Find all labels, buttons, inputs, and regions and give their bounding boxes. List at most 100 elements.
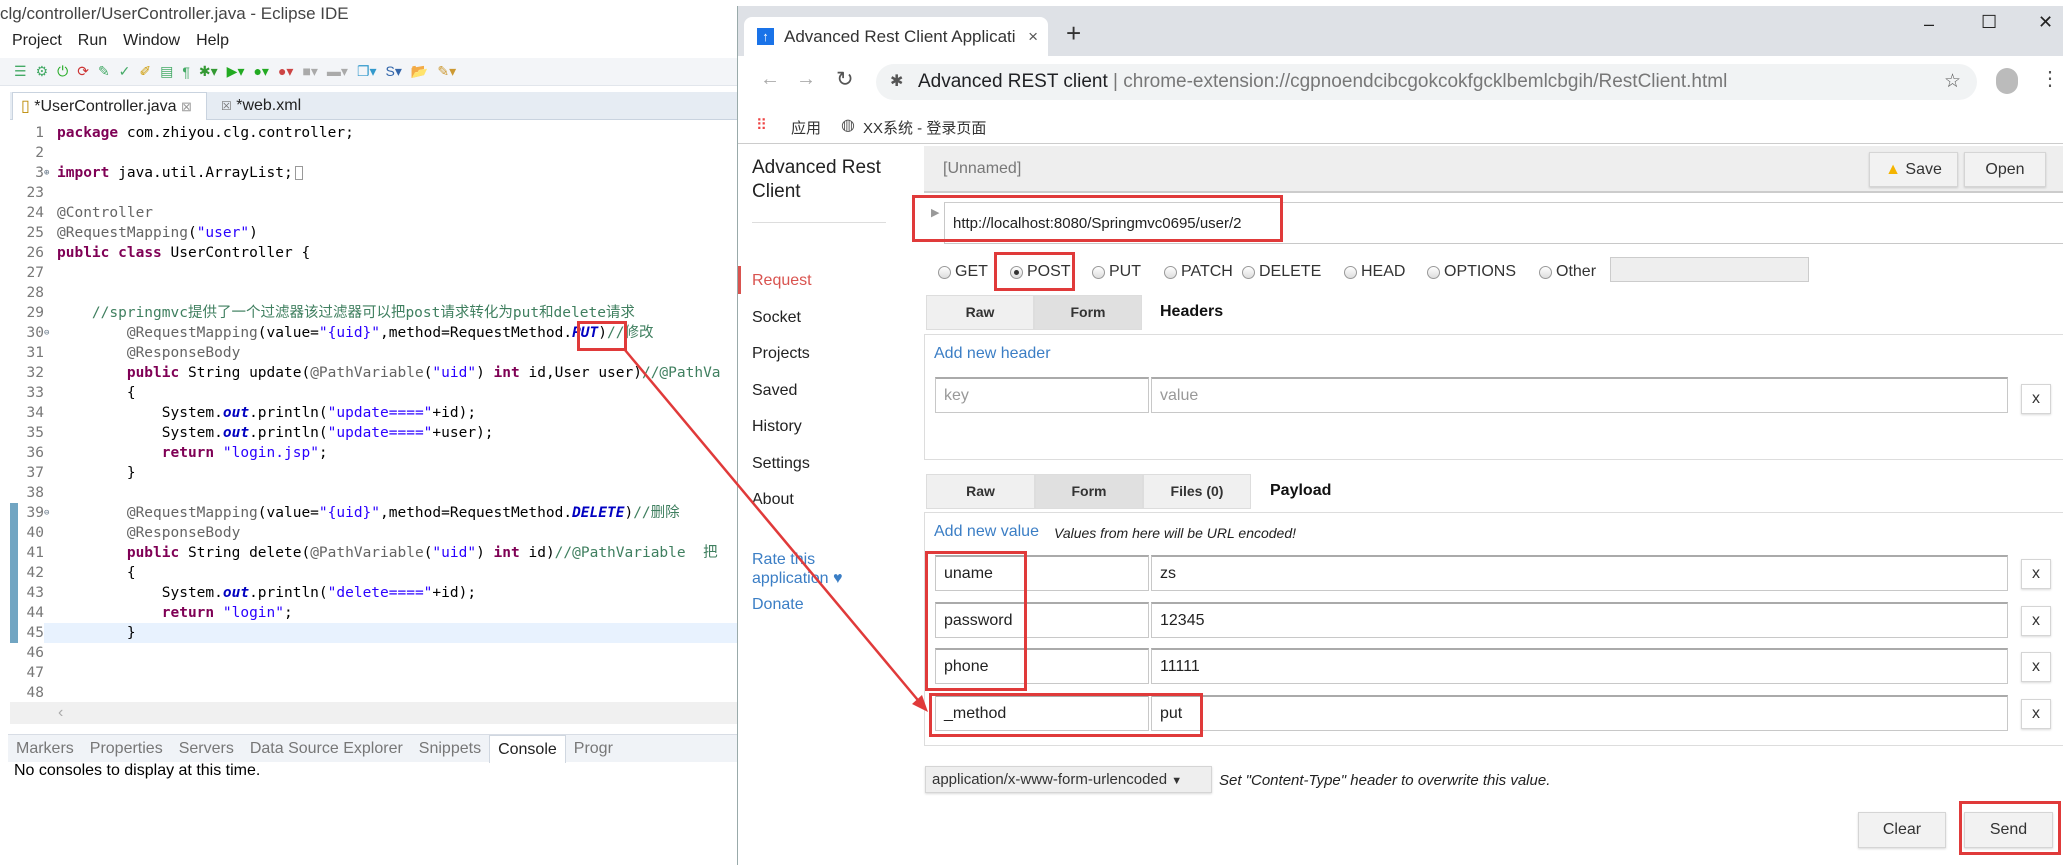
folder-icon[interactable]: 📂	[411, 63, 428, 80]
horizontal-scrollbar[interactable]: ‹	[10, 702, 737, 724]
nav-projects[interactable]: Projects	[752, 345, 810, 363]
forward-icon[interactable]: →	[796, 68, 816, 91]
remove-header-button[interactable]: x	[2021, 384, 2051, 414]
bottom-tab-snippets[interactable]: Snippets	[411, 735, 489, 763]
menu-window[interactable]: Window	[123, 32, 180, 54]
nav-history[interactable]: History	[752, 418, 802, 436]
add-value-link[interactable]: Add new value	[934, 523, 1039, 541]
open-button[interactable]: Open	[1964, 152, 2046, 187]
toolbar-icon[interactable]: ▬▾	[327, 63, 348, 80]
back-icon[interactable]: ←	[760, 68, 780, 91]
remove-value-button[interactable]: x	[2021, 699, 2051, 729]
remove-value-button[interactable]: x	[2021, 652, 2051, 682]
payload-key-input[interactable]: phone	[935, 648, 1149, 684]
method-radio-delete[interactable]: DELETE	[1242, 263, 1321, 281]
close-tab-icon[interactable]: ×	[1028, 17, 1038, 56]
fold-collapse-icon[interactable]: ⊖	[44, 503, 49, 523]
headers-tab-raw[interactable]: Raw	[926, 295, 1034, 330]
rate-link[interactable]: Rate this application ♥	[752, 550, 852, 588]
fold-expand-icon[interactable]: ⊕	[44, 163, 49, 183]
browser-tab[interactable]: ↑ Advanced Rest Client Applicati ×	[744, 17, 1048, 56]
scroll-left-icon[interactable]: ‹	[58, 704, 63, 721]
menu-run[interactable]: Run	[78, 32, 107, 54]
other-method-input[interactable]	[1610, 257, 1809, 282]
add-header-link[interactable]: Add new header	[934, 345, 1051, 363]
radio-icon[interactable]	[1344, 265, 1357, 279]
radio-icon[interactable]	[1010, 265, 1023, 279]
bottom-tab-console[interactable]: Console	[489, 734, 566, 763]
nav-request[interactable]: Request	[752, 272, 812, 290]
method-radio-get[interactable]: GET	[938, 263, 988, 281]
tab-usercontroller[interactable]: ▯ *UserController.java ⊠	[12, 92, 207, 120]
menu-help[interactable]: Help	[196, 32, 229, 54]
toolbar-icon[interactable]: ⟳	[77, 63, 89, 80]
close-window-button[interactable]: ✕	[2038, 12, 2053, 33]
payload-tab-files[interactable]: Files (0)	[1143, 474, 1251, 509]
bookmark-star-icon[interactable]: ☆	[1944, 64, 1961, 100]
maximize-button[interactable]: ☐	[1981, 12, 1997, 33]
header-value-input[interactable]: value	[1151, 377, 2008, 413]
method-radio-other[interactable]: Other	[1539, 263, 1596, 281]
toolbar-icon[interactable]: ✎	[98, 63, 110, 80]
request-name[interactable]: [Unnamed]	[943, 160, 1021, 178]
payload-value-input[interactable]: 11111	[1151, 648, 2008, 684]
code-editor[interactable]: 1 package com.zhiyou.clg.controller; 2 3 ⊕ im…	[10, 122, 737, 702]
save-button[interactable]: ▲ Save	[1869, 152, 1958, 187]
payload-key-input[interactable]: uname	[935, 555, 1149, 591]
payload-tab-raw[interactable]: Raw	[926, 474, 1035, 509]
method-radio-patch[interactable]: PATCH	[1164, 263, 1233, 281]
payload-key-input[interactable]: _method	[935, 695, 1149, 731]
payload-value-input[interactable]: zs	[1151, 555, 2008, 591]
nav-about[interactable]: About	[752, 491, 794, 509]
payload-tab-form[interactable]: Form	[1035, 474, 1143, 509]
profile-avatar[interactable]	[1996, 68, 2018, 94]
url-input[interactable]: http://localhost:8080/Springmvc0695/user…	[944, 202, 2063, 244]
method-radio-head[interactable]: HEAD	[1344, 263, 1405, 281]
toolbar-icon[interactable]: ¶	[182, 64, 190, 80]
headers-tab-form[interactable]: Form	[1034, 295, 1142, 330]
menu-dots-icon[interactable]: ⋮	[2040, 66, 2060, 91]
donate-link[interactable]: Donate	[752, 596, 804, 614]
minimize-button[interactable]: –	[1924, 14, 1934, 35]
radio-icon[interactable]	[1092, 265, 1105, 279]
expand-url-icon[interactable]: ▶	[931, 206, 939, 219]
nav-saved[interactable]: Saved	[752, 382, 797, 400]
toolbar-icon[interactable]: ●▾	[278, 63, 293, 80]
payload-key-input[interactable]: password	[935, 602, 1149, 638]
method-radio-post[interactable]: POST	[1010, 263, 1071, 281]
radio-icon[interactable]	[1242, 265, 1255, 279]
toolbar-icon[interactable]: ❐▾	[357, 63, 377, 80]
nav-settings[interactable]: Settings	[752, 455, 810, 473]
menu-project[interactable]: Project	[12, 32, 62, 54]
method-radio-put[interactable]: PUT	[1092, 263, 1141, 281]
remove-value-button[interactable]: x	[2021, 559, 2051, 589]
tab-web-xml[interactable]: ☒ *web.xml	[213, 92, 313, 120]
fold-collapse-icon[interactable]: ⊖	[44, 323, 49, 343]
apps-grid-icon[interactable]: ⠿	[756, 116, 767, 134]
header-key-input[interactable]: key	[935, 377, 1149, 413]
folded-imports-icon[interactable]	[294, 166, 303, 180]
payload-value-input[interactable]: put	[1151, 695, 2008, 731]
close-icon[interactable]: ⊠	[181, 99, 192, 114]
bottom-tab-progr[interactable]: Progr	[566, 735, 621, 763]
toolbar-icon[interactable]: ✎▾	[437, 63, 456, 80]
payload-value-input[interactable]: 12345	[1151, 602, 2008, 638]
radio-icon[interactable]	[938, 265, 951, 279]
radio-icon[interactable]	[1164, 265, 1177, 279]
bottom-tab-properties[interactable]: Properties	[82, 735, 171, 763]
toolbar-icon[interactable]: ▤	[160, 63, 173, 80]
reload-icon[interactable]: ↻	[836, 67, 854, 92]
bookmark-apps[interactable]: 应用	[791, 117, 821, 138]
debug-icon[interactable]: ✱▾	[199, 63, 218, 80]
content-type-select[interactable]: application/x-www-form-urlencoded ▼	[925, 766, 1212, 793]
bottom-tab-markers[interactable]: Markers	[8, 735, 82, 763]
radio-icon[interactable]	[1539, 265, 1552, 279]
clear-button[interactable]: Clear	[1858, 812, 1946, 848]
run-server-icon[interactable]: ●▾	[253, 63, 268, 80]
toolbar-icon[interactable]: S▾	[386, 63, 402, 80]
toolbar-icon[interactable]: ⏻	[57, 63, 68, 80]
run-icon[interactable]: ▶▾	[227, 63, 245, 80]
nav-socket[interactable]: Socket	[752, 309, 801, 327]
toolbar-icon[interactable]: ⚙	[36, 63, 49, 80]
toolbar-icon[interactable]: ✓	[119, 63, 131, 80]
